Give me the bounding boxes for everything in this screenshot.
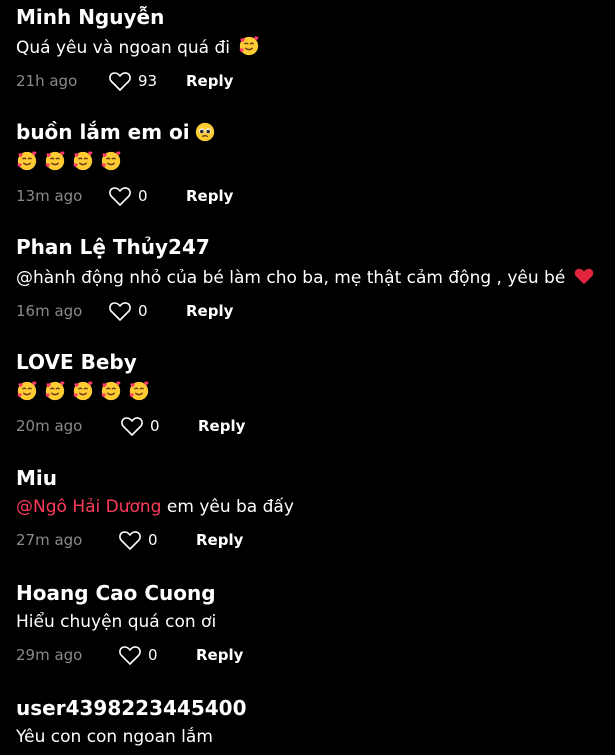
comment-text-content: Quá yêu và ngoan quá đi: [16, 38, 231, 58]
comment-meta: 21h ago 93 Reply: [16, 69, 599, 93]
smiling-face-with-hearts-icon: [17, 151, 37, 171]
like-button[interactable]: 93: [108, 70, 186, 92]
comment-item: Miu @Ngô Hải Dương em yêu ba đấy 27m ago…: [16, 466, 599, 552]
comment-item: LOVE Beby 20m ago 0 Reply: [16, 350, 599, 438]
comment-text: Yêu con con ngoan lắm: [16, 726, 599, 748]
pleading-face-icon: [195, 122, 214, 142]
comment-username[interactable]: LOVE Beby: [16, 350, 599, 374]
smiling-face-with-hearts-icon: [239, 36, 259, 56]
comment-item: Minh Nguyễn Quá yêu và ngoan quá đi 21h …: [16, 5, 599, 93]
comment-username[interactable]: buồn lắm em oi: [16, 120, 599, 144]
comment-username-text: buồn lắm em oi: [16, 120, 190, 144]
comment-meta: 29m ago 0 Reply: [16, 643, 599, 667]
comment-item: Phan Lệ Thủy247 @hành động nhỏ của bé là…: [16, 235, 599, 323]
comment-meta: 20m ago 0 Reply: [16, 414, 599, 438]
comment-emojis: [16, 380, 599, 404]
comment-text: @Ngô Hải Dương em yêu ba đấy: [16, 496, 599, 518]
like-count: 0: [138, 302, 148, 320]
comment-text-content: Yêu con con ngoan lắm: [16, 727, 213, 747]
like-count: 0: [150, 417, 160, 435]
smiling-face-with-hearts-icon: [101, 381, 121, 401]
like-button[interactable]: 0: [108, 300, 186, 322]
comment-meta: 16m ago 0 Reply: [16, 299, 599, 323]
comment-meta: 27m ago 0 Reply: [16, 528, 599, 552]
red-heart-icon: [575, 268, 594, 285]
comment-time: 27m ago: [16, 531, 83, 549]
smiling-face-with-hearts-icon: [101, 151, 121, 171]
like-button[interactable]: 0: [118, 644, 196, 666]
reply-button[interactable]: Reply: [196, 645, 243, 665]
reply-button[interactable]: Reply: [186, 186, 233, 206]
like-button[interactable]: 0: [120, 415, 198, 437]
comment-time: 16m ago: [16, 302, 83, 320]
reply-button[interactable]: Reply: [186, 301, 233, 321]
comment-username[interactable]: Hoang Cao Cuong: [16, 581, 599, 605]
like-count: 0: [148, 531, 158, 549]
comment-username[interactable]: Minh Nguyễn: [16, 5, 599, 29]
comment-username[interactable]: user4398223445400: [16, 696, 599, 720]
smiling-face-with-hearts-icon: [129, 381, 149, 401]
like-button[interactable]: 0: [108, 185, 186, 207]
heart-outline-icon: [109, 187, 131, 206]
heart-outline-icon: [121, 417, 143, 436]
smiling-face-with-hearts-icon: [73, 381, 93, 401]
like-count: 0: [138, 187, 148, 205]
comment-username[interactable]: Phan Lệ Thủy247: [16, 235, 599, 259]
comment-item: buồn lắm em oi 13m ago 0 Reply: [16, 120, 599, 208]
smiling-face-with-hearts-icon: [45, 151, 65, 171]
like-button[interactable]: 0: [118, 529, 196, 551]
comment-time: 29m ago: [16, 646, 83, 664]
comment-text-content: @hành động nhỏ của bé làm cho ba, mẹ thậ…: [16, 268, 566, 288]
like-count: 0: [148, 646, 158, 664]
comment-text-content: em yêu ba đấy: [166, 497, 294, 517]
like-count: 93: [138, 72, 158, 90]
heart-outline-icon: [109, 72, 131, 91]
mention-link[interactable]: @Ngô Hải Dương: [16, 497, 161, 517]
comment-time: 13m ago: [16, 187, 83, 205]
comment-username[interactable]: Miu: [16, 466, 599, 490]
comment-item: Hoang Cao Cuong Hiểu chuyện quá con ơi 2…: [16, 581, 599, 667]
comment-text: Quá yêu và ngoan quá đi: [16, 35, 599, 59]
reply-button[interactable]: Reply: [186, 71, 233, 91]
comment-text-content: Hiểu chuyện quá con ơi: [16, 612, 217, 632]
comment-item: user4398223445400 Yêu con con ngoan lắm: [16, 696, 599, 748]
smiling-face-with-hearts-icon: [17, 381, 37, 401]
heart-outline-icon: [109, 302, 131, 321]
reply-button[interactable]: Reply: [198, 416, 245, 436]
reply-button[interactable]: Reply: [196, 530, 243, 550]
comment-text: Hiểu chuyện quá con ơi: [16, 611, 599, 633]
comment-text: @hành động nhỏ của bé làm cho ba, mẹ thậ…: [16, 265, 599, 289]
comment-time: 21h ago: [16, 72, 78, 90]
smiling-face-with-hearts-icon: [73, 151, 93, 171]
smiling-face-with-hearts-icon: [45, 381, 65, 401]
comment-meta: 13m ago 0 Reply: [16, 184, 599, 208]
comment-emojis: [16, 150, 599, 174]
heart-outline-icon: [119, 646, 141, 665]
heart-outline-icon: [119, 531, 141, 550]
comment-time: 20m ago: [16, 417, 83, 435]
